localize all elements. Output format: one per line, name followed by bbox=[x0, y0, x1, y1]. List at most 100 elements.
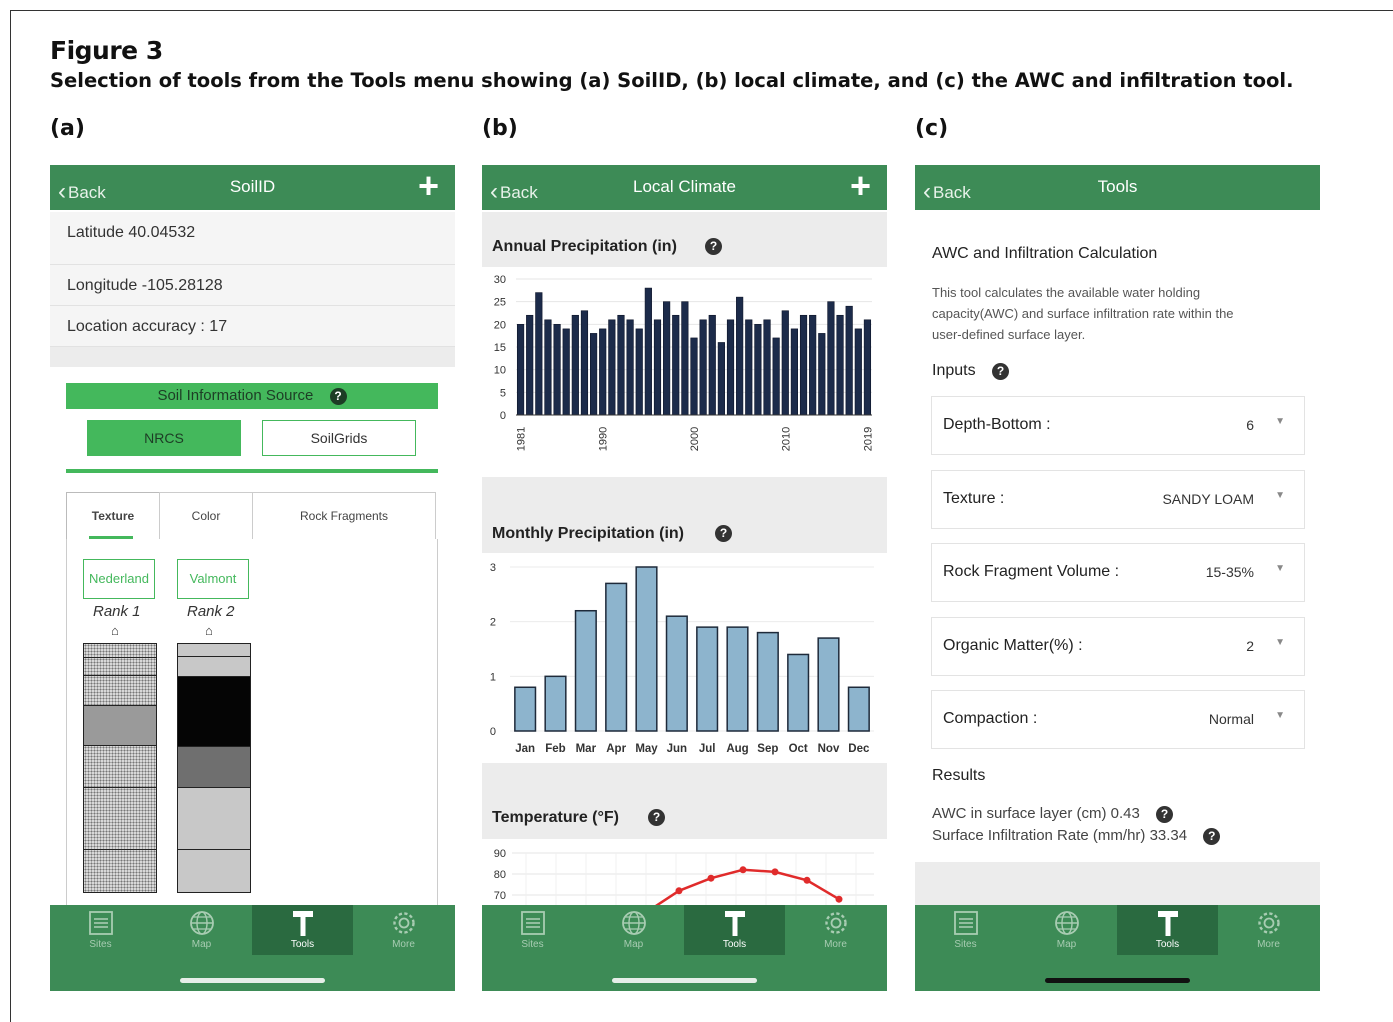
field-value: 15-35% bbox=[1205, 564, 1254, 580]
home-indicator[interactable] bbox=[1045, 978, 1190, 983]
soil-source-title: Soil Information Source bbox=[157, 387, 314, 404]
soil-layer bbox=[84, 788, 156, 850]
annual-bar bbox=[809, 314, 817, 416]
home-indicator[interactable] bbox=[612, 978, 757, 983]
annual-bar bbox=[608, 319, 616, 416]
local-climate-screen: Back Local Climate + Annual Precipitatio… bbox=[482, 165, 887, 991]
annual-bar bbox=[599, 328, 607, 416]
tools-screen: Back Tools AWC and Infiltration Calculat… bbox=[915, 165, 1320, 991]
texture-select[interactable]: Texture : SANDY LOAM ▼ bbox=[931, 470, 1305, 529]
home-icon: ⌂ bbox=[111, 623, 119, 638]
tab-tools[interactable]: Tools bbox=[684, 905, 785, 955]
tab-sites[interactable]: Sites bbox=[50, 905, 151, 955]
field-value: SANDY LOAM bbox=[1162, 491, 1254, 507]
tab-more[interactable]: More bbox=[785, 905, 886, 955]
tab-label: Map bbox=[1056, 939, 1077, 950]
infiltration-result-row: Surface Infiltration Rate (mm/hr) 33.34 … bbox=[932, 827, 1221, 845]
help-icon[interactable]: ? bbox=[715, 525, 732, 542]
organic-matter-select[interactable]: Organic Matter(%) : 2 ▼ bbox=[931, 617, 1305, 676]
tab-rock-fragments[interactable]: Rock Fragments bbox=[252, 492, 436, 539]
depth-bottom-select[interactable]: Depth-Bottom : 6 ▼ bbox=[931, 396, 1305, 455]
nav-header: Back Tools bbox=[915, 165, 1320, 210]
annual-bar bbox=[690, 337, 698, 416]
annual-bar bbox=[535, 292, 543, 416]
y-tick-label: 15 bbox=[494, 342, 506, 354]
help-icon[interactable]: ? bbox=[648, 809, 665, 826]
awc-result-row: AWC in surface layer (cm) 0.43 ? bbox=[932, 805, 1174, 823]
description-line: user-defined surface layer. bbox=[932, 327, 1086, 342]
figure-frame-top bbox=[10, 10, 1393, 11]
field-value: 2 bbox=[1246, 638, 1254, 654]
spacer-band bbox=[915, 862, 1320, 907]
x-tick-label: Jul bbox=[699, 743, 716, 755]
tab-map[interactable]: Map bbox=[583, 905, 684, 955]
y-tick-label: 90 bbox=[494, 848, 506, 860]
annual-bar bbox=[516, 324, 525, 416]
help-icon[interactable]: ? bbox=[705, 238, 722, 255]
results-label: Results bbox=[932, 767, 986, 784]
gear-icon bbox=[392, 912, 415, 934]
help-icon[interactable]: ? bbox=[1203, 828, 1221, 845]
help-icon[interactable]: ? bbox=[329, 388, 347, 405]
tab-sites[interactable]: Sites bbox=[915, 905, 1016, 955]
annual-bar bbox=[580, 310, 589, 416]
tab-tools[interactable]: Tools bbox=[252, 905, 353, 955]
tab-color-label: Color bbox=[191, 509, 221, 523]
inputs-label: Inputs bbox=[932, 362, 976, 379]
chevron-down-icon: ▼ bbox=[1275, 563, 1285, 574]
tab-map[interactable]: Map bbox=[151, 905, 252, 955]
accuracy-text: Location accuracy : 17 bbox=[67, 318, 228, 335]
nrcs-button[interactable]: NRCS bbox=[87, 420, 241, 456]
temperature-header: Temperature (°F) ? bbox=[482, 763, 887, 839]
soil-name-valmont[interactable]: Valmont bbox=[177, 559, 249, 599]
add-button[interactable]: + bbox=[418, 167, 439, 205]
soil-layer bbox=[178, 788, 250, 850]
annual-bar bbox=[845, 305, 853, 416]
x-tick-label: 1981 bbox=[516, 427, 528, 451]
rock-fragment-volume-select[interactable]: Rock Fragment Volume : 15-35% ▼ bbox=[931, 543, 1305, 602]
soil-layer bbox=[84, 746, 156, 788]
monthly-bar bbox=[696, 626, 719, 732]
temperature-point bbox=[803, 876, 811, 884]
list-icon bbox=[953, 911, 978, 935]
soil-name-nederland[interactable]: Nederland bbox=[83, 559, 155, 599]
annual-precip-title: Annual Precipitation (in) bbox=[492, 238, 677, 255]
soilgrids-button[interactable]: SoilGrids bbox=[262, 420, 416, 456]
tab-more[interactable]: More bbox=[353, 905, 454, 955]
annual-bar bbox=[827, 301, 835, 416]
field-label: Texture : bbox=[943, 490, 1005, 507]
annual-precip-chart: 0 5 10 15 20 25 30 1981 1990 2000 2010 2019 bbox=[494, 274, 875, 451]
tab-sites[interactable]: Sites bbox=[482, 905, 583, 955]
compaction-select[interactable]: Compaction : Normal ▼ bbox=[931, 690, 1305, 749]
y-tick-label: 20 bbox=[494, 319, 506, 331]
home-indicator[interactable] bbox=[180, 978, 325, 983]
temperature-point bbox=[835, 895, 843, 903]
field-label: Organic Matter(%) : bbox=[943, 637, 1083, 654]
annual-bar bbox=[544, 319, 552, 416]
field-value: Normal bbox=[1208, 711, 1254, 727]
tab-more[interactable]: More bbox=[1218, 905, 1319, 955]
screen-title: Tools bbox=[1097, 177, 1138, 196]
monthly-bar bbox=[635, 566, 658, 732]
tab-label: Tools bbox=[722, 939, 747, 950]
annual-bar bbox=[699, 319, 707, 416]
help-icon[interactable]: ? bbox=[992, 363, 1010, 380]
figure-title: Figure 3 bbox=[50, 36, 163, 65]
tab-texture[interactable]: Texture bbox=[66, 492, 160, 539]
description-line: capacity(AWC) and surface infiltration r… bbox=[932, 306, 1234, 321]
y-tick-label: 0 bbox=[500, 410, 506, 422]
help-icon[interactable]: ? bbox=[1156, 806, 1174, 823]
tab-map[interactable]: Map bbox=[1016, 905, 1117, 955]
soil-layer bbox=[178, 850, 250, 892]
latitude-text: Latitude 40.04532 bbox=[67, 224, 196, 241]
field-label: Rock Fragment Volume : bbox=[943, 563, 1120, 580]
soil-layer bbox=[84, 676, 156, 706]
tab-color[interactable]: Color bbox=[159, 492, 253, 539]
soil-layer bbox=[178, 677, 250, 747]
tab-tools[interactable]: Tools bbox=[1117, 905, 1218, 955]
globe-icon bbox=[621, 911, 646, 935]
bottom-tab-bar: Sites Map Tools More bbox=[915, 905, 1320, 991]
annual-bar bbox=[590, 333, 598, 416]
add-button[interactable]: + bbox=[850, 167, 871, 205]
tab-label: Map bbox=[191, 939, 212, 950]
